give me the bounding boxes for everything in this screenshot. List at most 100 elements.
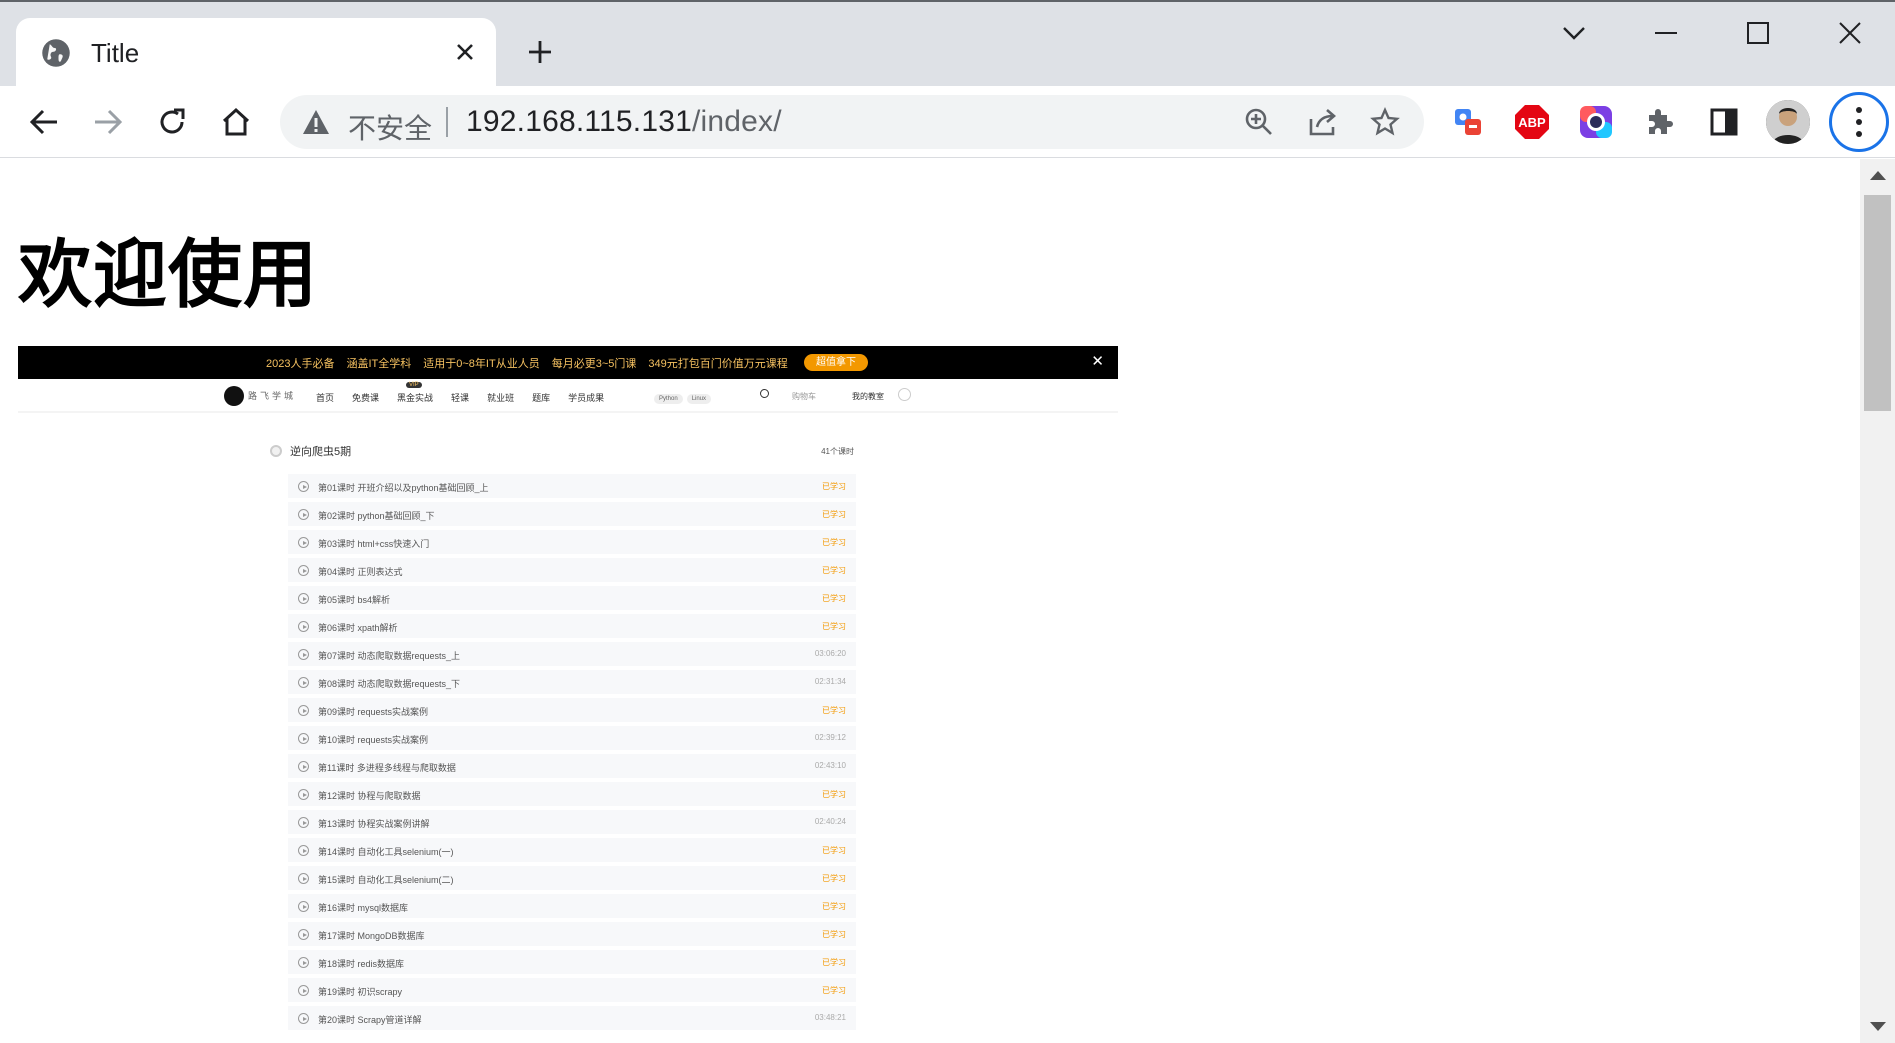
lesson-row[interactable]: 第19课时 初识scrapy 已学习 (288, 978, 856, 1002)
home-icon (222, 107, 250, 136)
share-button[interactable] (1306, 105, 1340, 139)
site-menu-item[interactable]: 学员成果 (568, 391, 604, 404)
lesson-status: 已学习 (822, 958, 846, 967)
page-viewport: 欢迎使用 2023人手必备 涵盖IT全学科 适用于0~8年IT从业人员 每月必更3~5… (0, 159, 1860, 1043)
scroll-down-arrow-icon[interactable] (1870, 1022, 1886, 1031)
security-label[interactable]: 不安全 (348, 107, 432, 147)
lesson-row[interactable]: 第06课时 xpath解析 已学习 (288, 614, 856, 638)
play-icon (298, 761, 309, 772)
play-icon (298, 705, 309, 716)
tab-strip: Title (0, 0, 1895, 88)
lesson-title: 第18课时 redis数据库 (318, 959, 405, 969)
lesson-row[interactable]: 第05课时 bs4解析 已学习 (288, 586, 856, 610)
lesson-title: 第12课时 协程与爬取数据 (318, 791, 421, 801)
lesson-status: 02:31:34 (814, 677, 846, 686)
lesson-status: 已学习 (822, 594, 846, 603)
cart-link[interactable]: 购物车 (792, 391, 816, 402)
bookmark-button[interactable] (1368, 105, 1402, 139)
zoom-button[interactable] (1242, 105, 1276, 139)
lesson-title: 第14课时 自动化工具selenium(一) (318, 847, 454, 857)
browser-menu-button[interactable] (1829, 92, 1889, 152)
reload-button[interactable] (150, 100, 194, 144)
site-menu-item[interactable]: 首页 (316, 391, 334, 404)
new-tab-button[interactable] (522, 34, 558, 70)
lesson-row[interactable]: 第04课时 正则表达式 已学习 (288, 558, 856, 582)
lesson-row[interactable]: 第14课时 自动化工具selenium(一) 已学习 (288, 838, 856, 862)
minimize-icon (1655, 32, 1677, 34)
browser-tab-active[interactable]: Title (16, 18, 496, 88)
reload-icon (160, 108, 185, 134)
site-menu-item[interactable]: 轻课 (451, 391, 469, 404)
profile-avatar[interactable] (1766, 100, 1810, 144)
lesson-row[interactable]: 第18课时 redis数据库 已学习 (288, 950, 856, 974)
scroll-up-arrow-icon[interactable] (1870, 171, 1886, 180)
maximize-button[interactable] (1728, 12, 1788, 54)
lesson-status: 已学习 (822, 902, 846, 911)
maximize-icon (1747, 22, 1769, 44)
promo-cta-button[interactable]: 超值拿下 (804, 354, 868, 371)
search-chip[interactable]: Linux (686, 394, 712, 404)
user-icon[interactable] (898, 388, 911, 401)
translate-extension-button[interactable] (1448, 102, 1488, 142)
course-header[interactable]: 逆向爬虫5期 41个课时 (270, 443, 854, 461)
lesson-row[interactable]: 第07课时 动态爬取数据requests_上 03:06:20 (288, 642, 856, 666)
globe-icon (42, 39, 70, 67)
my-classroom-link[interactable]: 我的教室 (852, 391, 884, 402)
forward-button[interactable] (86, 100, 130, 144)
lesson-title: 第02课时 python基础回顾_下 (318, 511, 435, 521)
search-icon[interactable] (760, 389, 769, 398)
vertical-scrollbar[interactable] (1860, 159, 1895, 1043)
extensions-button[interactable] (1640, 102, 1680, 142)
lesson-row[interactable]: 第01课时 开班介绍以及python基础回顾_上 已学习 (288, 474, 856, 498)
menu-dot-icon (1856, 119, 1862, 125)
url-text[interactable]: 192.168.115.131/index/ (466, 105, 782, 139)
lesson-row[interactable]: 第08课时 动态爬取数据requests_下 02:31:34 (288, 670, 856, 694)
adblock-label: ABP (1518, 115, 1546, 130)
tab-search-button[interactable] (1544, 12, 1604, 54)
play-icon (298, 509, 309, 520)
search-chip[interactable]: Python (654, 394, 683, 404)
menu-dot-icon (1856, 107, 1862, 113)
promo-item: 349元打包百门价值万元课程 (648, 358, 788, 370)
extensions-puzzle-icon (1649, 109, 1673, 134)
lesson-row[interactable]: 第16课时 mysql数据库 已学习 (288, 894, 856, 918)
side-panel-button[interactable] (1704, 102, 1744, 142)
lesson-title: 第04课时 正则表达式 (318, 567, 403, 577)
lesson-list: 第01课时 开班介绍以及python基础回顾_上 已学习 第02课时 python基… (288, 474, 856, 1034)
scrollbar-thumb[interactable] (1864, 195, 1891, 411)
tab-close-button[interactable] (448, 35, 482, 69)
embedded-course-screenshot: 2023人手必备 涵盖IT全学科 适用于0~8年IT从业人员 每月必更3~5门课 349… (18, 346, 1118, 1043)
site-logo[interactable] (224, 386, 244, 406)
home-button[interactable] (214, 100, 258, 144)
lesson-row[interactable]: 第17课时 MongoDB数据库 已学习 (288, 922, 856, 946)
tab-title: Title (91, 37, 140, 68)
site-search[interactable]: Python Linux (654, 387, 774, 404)
close-window-button[interactable] (1820, 12, 1880, 54)
lesson-row[interactable]: 第10课时 requests实战案例 02:39:12 (288, 726, 856, 750)
lesson-row[interactable]: 第03课时 html+css快速入门 已学习 (288, 530, 856, 554)
adblock-plus-button[interactable]: ABP (1512, 102, 1552, 142)
site-menu-item[interactable]: 黑金实战 (397, 391, 433, 404)
promo-close-icon[interactable]: ✕ (1091, 352, 1104, 370)
lesson-status: 已学习 (822, 846, 846, 855)
back-button[interactable] (22, 100, 66, 144)
url-host: 192.168.115.131 (466, 105, 692, 138)
site-menu-item[interactable]: 免费课 (352, 391, 379, 404)
collapse-icon (270, 445, 282, 457)
site-menu-item[interactable]: 就业班 (487, 391, 514, 404)
site-menu-item[interactable]: 题库 (532, 391, 550, 404)
lesson-row[interactable]: 第13课时 协程实战案例讲解 02:40:24 (288, 810, 856, 834)
lesson-row[interactable]: 第11课时 多进程多线程与爬取数据 02:43:10 (288, 754, 856, 778)
play-icon (298, 873, 309, 884)
screen-capture-extension-button[interactable] (1576, 102, 1616, 142)
chevron-down-icon (1563, 27, 1585, 40)
promo-item: 每月必更3~5门课 (551, 358, 637, 370)
minimize-button[interactable] (1636, 12, 1696, 54)
warning-icon[interactable] (302, 109, 330, 135)
lesson-row[interactable]: 第15课时 自动化工具selenium(二) 已学习 (288, 866, 856, 890)
lesson-row[interactable]: 第12课时 协程与爬取数据 已学习 (288, 782, 856, 806)
lesson-row[interactable]: 第20课时 Scrapy管道详解 03:48:21 (288, 1006, 856, 1030)
lesson-row[interactable]: 第09课时 requests实战案例 已学习 (288, 698, 856, 722)
lesson-row[interactable]: 第02课时 python基础回顾_下 已学习 (288, 502, 856, 526)
address-bar[interactable]: 不安全 192.168.115.131/index/ (280, 95, 1424, 149)
